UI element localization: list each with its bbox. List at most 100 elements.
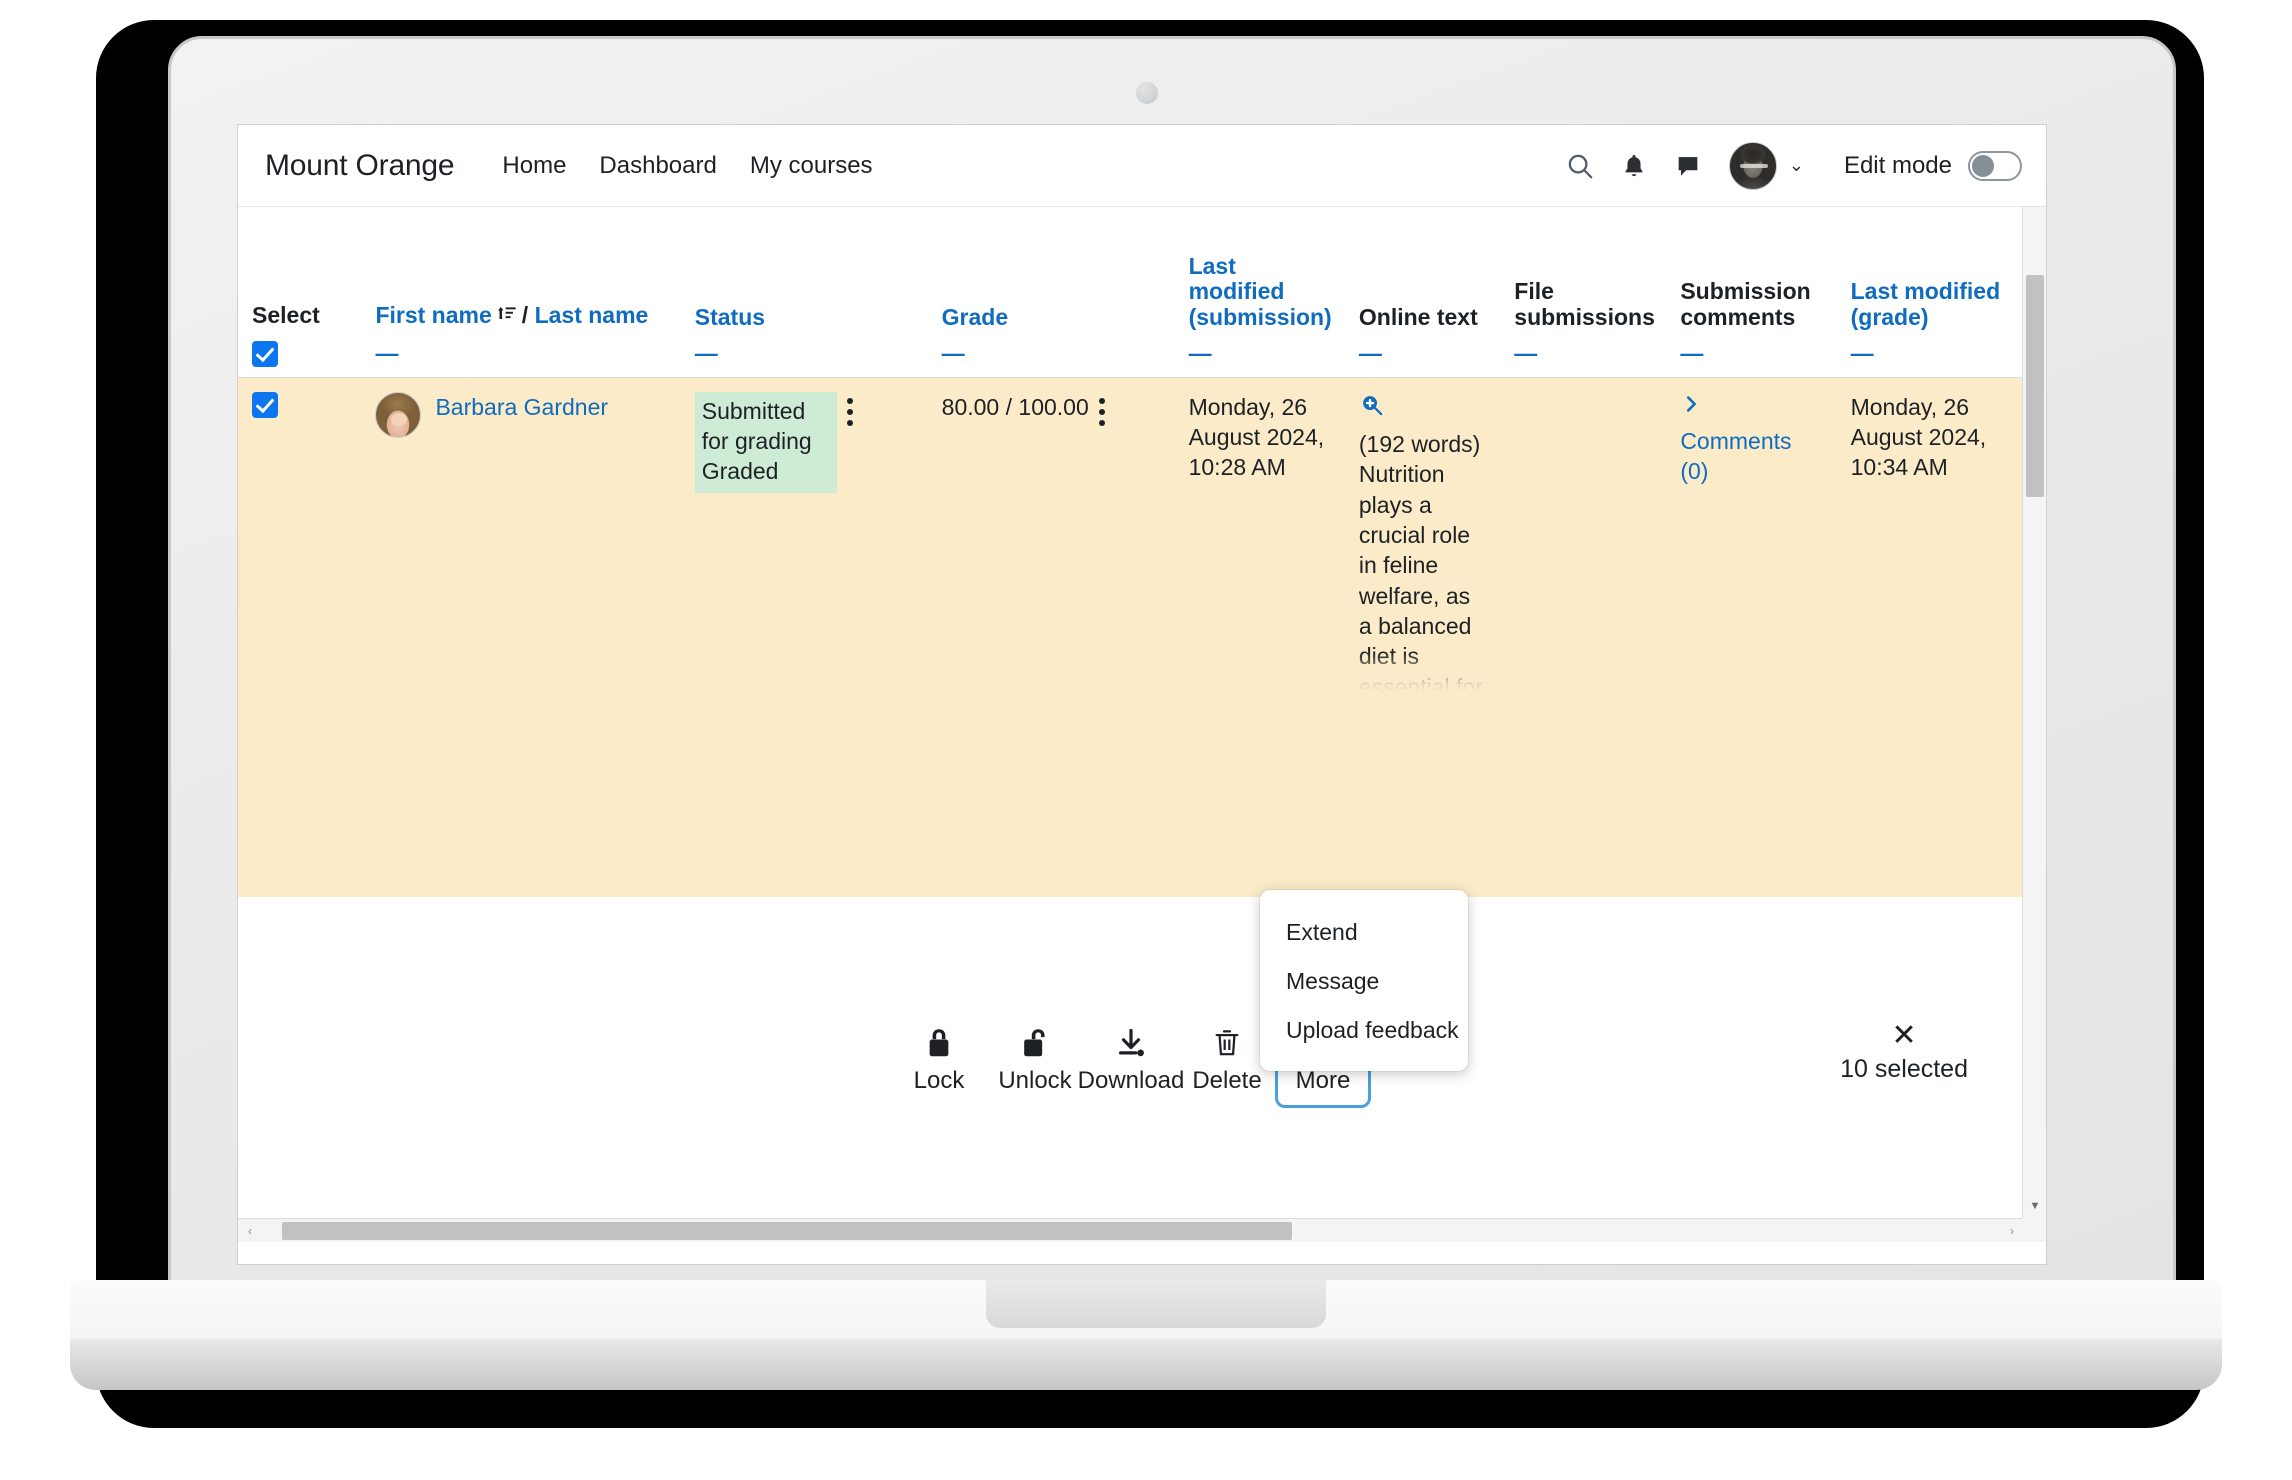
- search-icon[interactable]: [1553, 139, 1607, 193]
- cell-grade: 80.00 / 100.00: [927, 376, 1175, 897]
- col-header-select-label: Select: [252, 301, 320, 328]
- cell-select: [238, 376, 362, 897]
- comments-toggle[interactable]: Comments (0): [1680, 392, 1822, 487]
- cell-file-submissions: [1500, 376, 1667, 897]
- nav-link-my-courses[interactable]: My courses: [750, 152, 873, 180]
- lock-label: Lock: [913, 1067, 965, 1094]
- site-brand[interactable]: Mount Orange: [265, 149, 455, 183]
- scroll-left-arrow-icon[interactable]: ‹: [238, 1219, 262, 1243]
- col-header-last-modified-grade-link[interactable]: Last modified (grade): [1851, 278, 2001, 330]
- col-header-last-modified-submission-dash[interactable]: —: [1189, 340, 1331, 367]
- col-header-select: Select: [238, 207, 361, 377]
- chevron-down-icon: ⌄: [1788, 155, 1804, 175]
- online-text-wordcount: (192 words): [1358, 430, 1481, 457]
- avatar: [1728, 141, 1777, 190]
- col-header-grade-link[interactable]: Grade: [942, 304, 1008, 330]
- col-header-file-submissions-label: File submissions: [1514, 278, 1655, 330]
- col-header-name-dash[interactable]: —: [375, 340, 666, 367]
- delete-label: Delete: [1192, 1067, 1262, 1094]
- zoom-in-icon[interactable]: [1359, 392, 1486, 425]
- edit-mode-toggle[interactable]: [1968, 150, 2022, 181]
- vertical-scrollbar-thumb[interactable]: [2026, 275, 2044, 497]
- menu-item-upload-feedback[interactable]: Upload feedback: [1260, 1006, 1468, 1055]
- bulk-action-bar: Lock Unlock Download Delete More ✕ 10 se…: [238, 1005, 2024, 1117]
- cell-user: Barbara Gardner: [361, 376, 681, 897]
- download-button[interactable]: Download: [1078, 1014, 1184, 1108]
- status-kebab-menu-icon[interactable]: [837, 392, 863, 432]
- col-header-last-modified-submission: Last modified (submission) —: [1175, 207, 1345, 377]
- user-menu[interactable]: ⌄: [1728, 141, 1804, 190]
- col-header-file-submissions-dash[interactable]: —: [1514, 340, 1652, 367]
- unlock-button[interactable]: Unlock: [987, 1014, 1083, 1108]
- table-header-row: Select First name / Last name — Status — …: [238, 207, 2024, 377]
- laptop-base-notch: [986, 1280, 1326, 1328]
- col-header-status-link[interactable]: Status: [695, 304, 765, 330]
- more-label: More: [1295, 1067, 1351, 1094]
- grading-table-viewport: Select First name / Last name — Status — …: [238, 207, 2024, 1218]
- navbar-right-cluster: ⌄ Edit mode: [1553, 139, 2022, 193]
- avatar: [375, 391, 422, 438]
- message-icon[interactable]: [1661, 139, 1715, 193]
- grade-value: 80.00 / 100.00: [941, 393, 1089, 420]
- nav-link-dashboard[interactable]: Dashboard: [599, 152, 716, 180]
- cell-last-modified-submission: Monday, 26 August 2024, 10:28 AM: [1174, 376, 1345, 897]
- trash-icon: [1213, 1025, 1241, 1059]
- status-line-1: Submitted for grading: [701, 397, 812, 454]
- site-navbar: Mount Orange Home Dashboard My courses ⌄…: [238, 125, 2046, 207]
- lock-open-icon: [1020, 1025, 1050, 1059]
- horizontal-scrollbar[interactable]: ‹ ›: [238, 1218, 2024, 1242]
- cell-submission-comments: Comments (0): [1666, 376, 1837, 897]
- col-header-last-modified-grade-dash[interactable]: —: [1851, 340, 2010, 367]
- col-header-submission-comments: Submission comments —: [1666, 207, 1836, 377]
- download-label: Download: [1077, 1067, 1185, 1094]
- menu-item-message[interactable]: Message: [1260, 957, 1468, 1006]
- comments-label: Comments (0): [1680, 427, 1792, 485]
- col-header-submission-comments-label: Submission comments: [1680, 278, 1811, 330]
- download-icon: [1115, 1025, 1147, 1059]
- col-header-online-text-dash[interactable]: —: [1359, 340, 1486, 367]
- col-header-last-modified-grade: Last modified (grade) —: [1837, 207, 2024, 377]
- table-row: Barbara Gardner Submitted for grading Gr…: [238, 376, 2024, 897]
- lock-button[interactable]: Lock: [891, 1014, 987, 1108]
- vertical-scrollbar[interactable]: ▼: [2022, 207, 2046, 1218]
- clear-selection-button[interactable]: ✕ 10 selected: [1840, 1021, 1968, 1084]
- select-all-checkbox[interactable]: [252, 340, 278, 367]
- col-header-online-text: Online text —: [1345, 207, 1500, 377]
- more-popup-menu: Extend Message Upload feedback: [1260, 890, 1468, 1071]
- edit-mode-label: Edit mode: [1843, 151, 1952, 179]
- selected-count: 10 selected: [1840, 1055, 1968, 1083]
- online-text-preview: (192 words) Nutrition plays a crucial ro…: [1358, 392, 1487, 692]
- scrollbar-corner: [2022, 1218, 2046, 1242]
- cell-status: Submitted for grading Graded: [680, 376, 928, 897]
- scroll-down-arrow-icon[interactable]: ▼: [2023, 1194, 2046, 1218]
- col-header-first-name-link[interactable]: First name: [375, 302, 491, 328]
- close-icon: ✕: [1891, 1019, 1917, 1052]
- grade-kebab-menu-icon[interactable]: [1089, 392, 1115, 432]
- col-header-file-submissions: File submissions —: [1500, 207, 1666, 377]
- col-header-last-modified-submission-link[interactable]: Last modified (submission): [1189, 253, 1332, 331]
- col-header-status-dash[interactable]: —: [695, 340, 914, 367]
- bell-icon[interactable]: [1607, 139, 1661, 193]
- lock-closed-icon: [924, 1025, 954, 1059]
- status-line-2: Graded: [701, 458, 779, 485]
- sort-ascending-icon[interactable]: [496, 303, 518, 331]
- browser-screen: Mount Orange Home Dashboard My courses ⌄…: [237, 124, 2047, 1265]
- col-header-name: First name / Last name —: [361, 207, 680, 377]
- unlock-label: Unlock: [998, 1067, 1072, 1094]
- col-header-slash: /: [521, 302, 529, 328]
- menu-item-extend[interactable]: Extend: [1260, 908, 1468, 957]
- cell-online-text: (192 words) Nutrition plays a crucial ro…: [1344, 376, 1501, 897]
- status-badge: Submitted for grading Graded: [694, 391, 837, 493]
- col-header-last-name-link[interactable]: Last name: [535, 302, 649, 328]
- cell-last-modified-grade: Monday, 26 August 2024, 10:34 AM: [1836, 376, 2024, 897]
- row-select-checkbox[interactable]: [252, 391, 278, 418]
- horizontal-scrollbar-thumb[interactable]: [282, 1222, 1292, 1240]
- nav-link-home[interactable]: Home: [502, 152, 566, 180]
- col-header-submission-comments-dash[interactable]: —: [1680, 340, 1822, 367]
- scroll-right-arrow-icon[interactable]: ›: [2000, 1219, 2024, 1243]
- toggle-knob: [1972, 154, 1994, 177]
- text-fade-overlay: [1358, 651, 1487, 692]
- user-name-link[interactable]: Barbara Gardner: [435, 392, 608, 422]
- col-header-grade-dash[interactable]: —: [942, 340, 1161, 367]
- webcam-dot: [1136, 82, 1158, 104]
